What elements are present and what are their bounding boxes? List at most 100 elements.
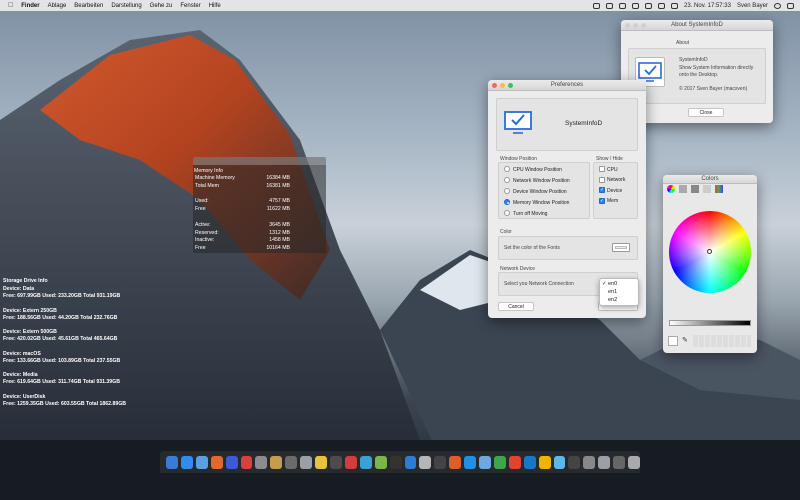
finder-icon[interactable] — [166, 455, 178, 469]
music-icon[interactable] — [240, 455, 253, 469]
zoom-button[interactable] — [508, 83, 513, 88]
app-icon[interactable] — [464, 455, 477, 469]
network-option[interactable]: en2 — [602, 297, 617, 303]
menu-finder[interactable]: Finder — [21, 3, 39, 9]
cancel-button[interactable]: Cancel — [498, 302, 534, 311]
network-dropdown[interactable]: ✓en0 en1 en2 — [599, 278, 639, 306]
trash-icon[interactable] — [628, 455, 640, 469]
status-menu-icon[interactable] — [619, 2, 627, 9]
app-icon[interactable] — [374, 455, 387, 469]
app-icon[interactable] — [508, 455, 521, 469]
menu-ablage[interactable]: Ablage — [48, 3, 67, 9]
network-option[interactable]: ✓en0 — [602, 281, 617, 287]
about-titlebar[interactable]: About SystemInfoD — [621, 20, 773, 31]
status-menu-icon[interactable] — [606, 2, 614, 9]
font-color-well[interactable] — [612, 243, 630, 252]
network-option[interactable]: en1 — [602, 289, 617, 295]
app-icon[interactable] — [479, 455, 491, 469]
colors-titlebar[interactable]: Colors — [663, 175, 757, 184]
app-icon[interactable] — [553, 455, 566, 469]
minimize-button[interactable] — [500, 83, 505, 88]
clock[interactable]: 23. Nov. 17:57:33 — [684, 3, 731, 9]
volume-icon[interactable] — [645, 2, 653, 9]
swatch-grid[interactable] — [693, 335, 751, 347]
show-hide-checkbox[interactable] — [599, 176, 605, 183]
position-radio-label[interactable]: CPU Window Position — [513, 167, 562, 173]
close-about-button[interactable]: Close — [688, 108, 724, 117]
menu-bearbeiten[interactable]: Bearbeiten — [74, 3, 103, 9]
position-radio[interactable] — [504, 188, 510, 194]
terminal-icon[interactable] — [285, 455, 298, 469]
eyedropper-icon[interactable]: ✎ — [682, 337, 689, 345]
minimize-button[interactable] — [633, 23, 638, 28]
position-radio-label[interactable]: Network Window Position — [513, 178, 570, 184]
preferences-titlebar[interactable]: Preferences — [488, 80, 646, 91]
app-icon[interactable] — [493, 455, 506, 469]
app-icon[interactable] — [389, 455, 402, 469]
app-icon[interactable] — [315, 455, 327, 469]
color-wheel-cursor[interactable] — [707, 249, 712, 254]
zoom-button[interactable] — [641, 23, 646, 28]
show-hide-checkbox[interactable]: ✓ — [599, 197, 605, 204]
app-icon[interactable] — [568, 455, 581, 469]
show-hide-label-item[interactable]: Device — [607, 188, 622, 194]
app-icon[interactable] — [538, 455, 551, 469]
close-button[interactable] — [492, 83, 497, 88]
app-icon[interactable] — [419, 455, 432, 469]
color-sliders-tab-icon[interactable] — [679, 185, 687, 193]
app-icon[interactable] — [523, 455, 536, 469]
user-name[interactable]: Sven Bayer — [737, 3, 768, 9]
preferences-app-name: SystemInfoD — [565, 120, 603, 127]
search-icon[interactable] — [774, 2, 781, 9]
position-radio[interactable] — [504, 199, 510, 205]
show-hide-label-item[interactable]: CPU — [607, 167, 618, 173]
network-description: Select you Network Connection — [504, 281, 574, 287]
show-hide-label-item[interactable]: Network — [607, 177, 625, 183]
color-palettes-tab-icon[interactable] — [691, 185, 699, 193]
apple-icon[interactable]:  — [8, 2, 13, 9]
position-radio-label[interactable]: Device Window Position — [513, 189, 567, 195]
show-hide-label-item[interactable]: Mem — [607, 198, 618, 204]
status-menu-icon[interactable] — [593, 2, 601, 9]
show-hide-checkbox[interactable]: ✓ — [599, 187, 605, 193]
position-radio[interactable] — [504, 177, 510, 183]
browser-icon[interactable] — [225, 455, 238, 469]
flag-icon[interactable] — [671, 2, 679, 9]
memory-row-value: 10164 MB — [266, 245, 290, 252]
app-store-icon[interactable] — [180, 455, 193, 469]
position-radio-label[interactable]: Turn off Moving — [513, 211, 547, 217]
crayons-tab-icon[interactable] — [715, 185, 723, 193]
folder-icon[interactable] — [613, 455, 626, 469]
close-button[interactable] — [625, 23, 630, 28]
storage-device-stats: Free: 619.64GB Used: 311.74GB Total 931.… — [3, 379, 120, 385]
app-icon[interactable] — [329, 455, 342, 469]
menu-darstellung[interactable]: Darstellung — [111, 3, 141, 9]
color-wheel[interactable] — [669, 211, 751, 293]
colors-panel: Colors ✎ — [663, 175, 757, 353]
menu-hilfe[interactable]: Hilfe — [209, 3, 221, 9]
app-icon[interactable] — [449, 455, 462, 469]
folder-icon[interactable] — [598, 455, 611, 469]
safari-icon[interactable] — [195, 455, 208, 469]
wifi-icon[interactable] — [632, 2, 640, 9]
menu-icon[interactable] — [787, 2, 794, 9]
battery-icon[interactable] — [658, 2, 666, 9]
position-radio[interactable] — [504, 166, 510, 172]
show-hide-checkbox[interactable] — [599, 166, 605, 172]
color-wheel-tab-icon[interactable] — [667, 185, 675, 193]
folder-icon[interactable] — [583, 455, 596, 469]
menu-fenster[interactable]: Fenster — [180, 3, 200, 9]
app-icon[interactable] — [404, 455, 417, 469]
position-radio[interactable] — [504, 210, 510, 216]
app-icon[interactable] — [359, 455, 372, 469]
brightness-slider[interactable] — [669, 320, 751, 326]
notes-icon[interactable] — [270, 455, 283, 469]
image-palettes-tab-icon[interactable] — [703, 185, 711, 193]
app-icon[interactable] — [344, 455, 357, 469]
position-radio-label[interactable]: Memory Window Position — [513, 200, 569, 206]
app-icon[interactable] — [434, 455, 447, 469]
system-prefs-icon[interactable] — [255, 455, 268, 469]
firefox-icon[interactable] — [210, 455, 223, 469]
utility-icon[interactable] — [300, 455, 313, 469]
menu-gehe-zu[interactable]: Gehe zu — [150, 3, 173, 9]
